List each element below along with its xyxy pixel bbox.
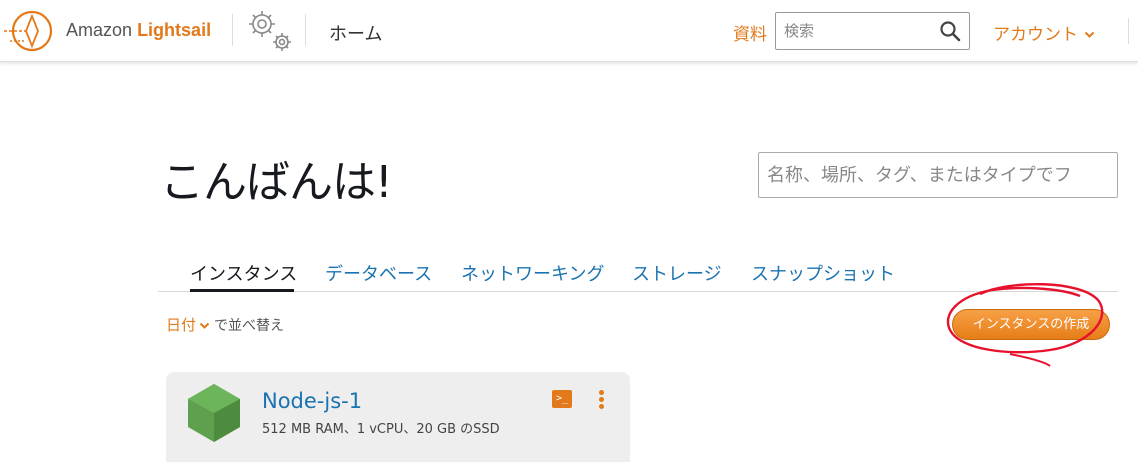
page-greeting: こんばんは! (160, 157, 393, 208)
terminal-icon[interactable]: >_ (552, 390, 572, 408)
create-instance-button[interactable]: インスタンスの作成 (952, 309, 1110, 340)
tab-databases[interactable]: データベース (325, 260, 432, 286)
resource-search (758, 152, 1118, 198)
sort-field-dropdown[interactable]: 日付 (166, 316, 210, 334)
instance-spec: 512 MB RAM、1 vCPU、20 GB のSSD (262, 422, 500, 437)
tab-instances[interactable]: インスタンス (190, 260, 297, 286)
active-tab-indicator (190, 289, 294, 292)
sort-suffix: で並べ替え (214, 318, 285, 334)
nodejs-icon (188, 384, 240, 442)
chevron-down-icon (1084, 31, 1095, 38)
gears-icon[interactable] (244, 6, 296, 54)
kebab-menu-icon[interactable] (598, 390, 606, 410)
tab-snapshots[interactable]: スナップショット (751, 260, 895, 286)
sort-control: 日付 で並べ替え (166, 314, 284, 335)
tab-storage[interactable]: ストレージ (632, 260, 722, 286)
account-label: アカウント (993, 25, 1078, 45)
sort-field-label: 日付 (166, 316, 197, 334)
tab-networking[interactable]: ネットワーキング (461, 260, 604, 286)
divider (1128, 18, 1129, 44)
brand-prefix: Amazon (66, 20, 133, 40)
brand-name[interactable]: Amazon Lightsail (66, 20, 211, 41)
resource-tabs: インスタンス データベース ネットワーキング ストレージ スナップショット (158, 255, 1118, 292)
instance-card[interactable]: Node-js-1 512 MB RAM、1 vCPU、20 GB のSSD >… (166, 372, 630, 462)
instance-name[interactable]: Node-js-1 (262, 389, 362, 413)
top-navigation-bar: Amazon Lightsail ホーム 資料 アカウント (0, 0, 1138, 62)
header-search-input[interactable] (776, 13, 926, 49)
nav-home[interactable]: ホーム (329, 20, 382, 46)
search-icon[interactable] (939, 20, 961, 42)
chevron-down-icon (199, 322, 210, 329)
header-search (775, 12, 970, 50)
lightsail-logo-icon[interactable] (2, 8, 54, 54)
divider (305, 14, 306, 46)
docs-link[interactable]: 資料 (733, 20, 767, 45)
resource-search-input[interactable] (759, 153, 1117, 197)
account-menu[interactable]: アカウント (993, 20, 1095, 45)
brand-product: Lightsail (137, 20, 212, 40)
divider (232, 14, 233, 46)
